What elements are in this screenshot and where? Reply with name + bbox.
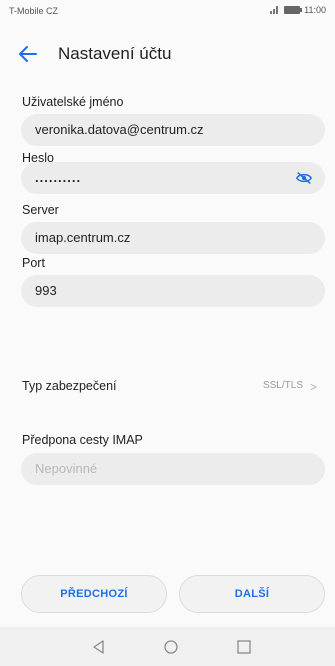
nav-back-icon[interactable] [89,637,109,657]
back-arrow-icon[interactable] [16,42,40,66]
password-field-wrapper [21,162,325,194]
imap-prefix-field[interactable] [21,453,325,485]
status-bar: T-Mobile CZ 11:00 [0,0,335,22]
clock: 11:00 [304,5,326,15]
security-type-label: Typ zabezpečení [22,379,117,393]
signal-icon [270,6,280,14]
username-label: Uživatelské jméno [22,95,124,109]
battery-icon [284,6,303,14]
navigation-bar [0,627,335,666]
nav-home-icon[interactable] [161,637,181,657]
security-type-value: SSL/TLS [262,380,303,391]
server-field[interactable] [21,222,325,254]
server-label: Server [22,203,59,217]
port-field[interactable] [21,275,325,307]
eye-off-icon[interactable] [295,170,313,186]
nav-recents-icon[interactable] [234,637,254,657]
previous-button[interactable]: PŘEDCHOZÍ [21,575,167,613]
chevron-right-icon: > [309,380,317,394]
security-type-row[interactable]: Typ zabezpečení SSL/TLS > [0,374,335,402]
status-icons: 11:00 [270,5,326,15]
app-bar: Nastavení účtu [0,34,335,74]
port-label: Port [22,256,45,270]
carrier-name: T-Mobile CZ [9,6,59,16]
imap-prefix-label: Předpona cesty IMAP [22,433,143,447]
next-button[interactable]: DALŠÍ [179,575,325,613]
username-field[interactable] [21,114,325,146]
page-title: Nastavení účtu [58,44,172,63]
password-field[interactable] [21,162,325,194]
